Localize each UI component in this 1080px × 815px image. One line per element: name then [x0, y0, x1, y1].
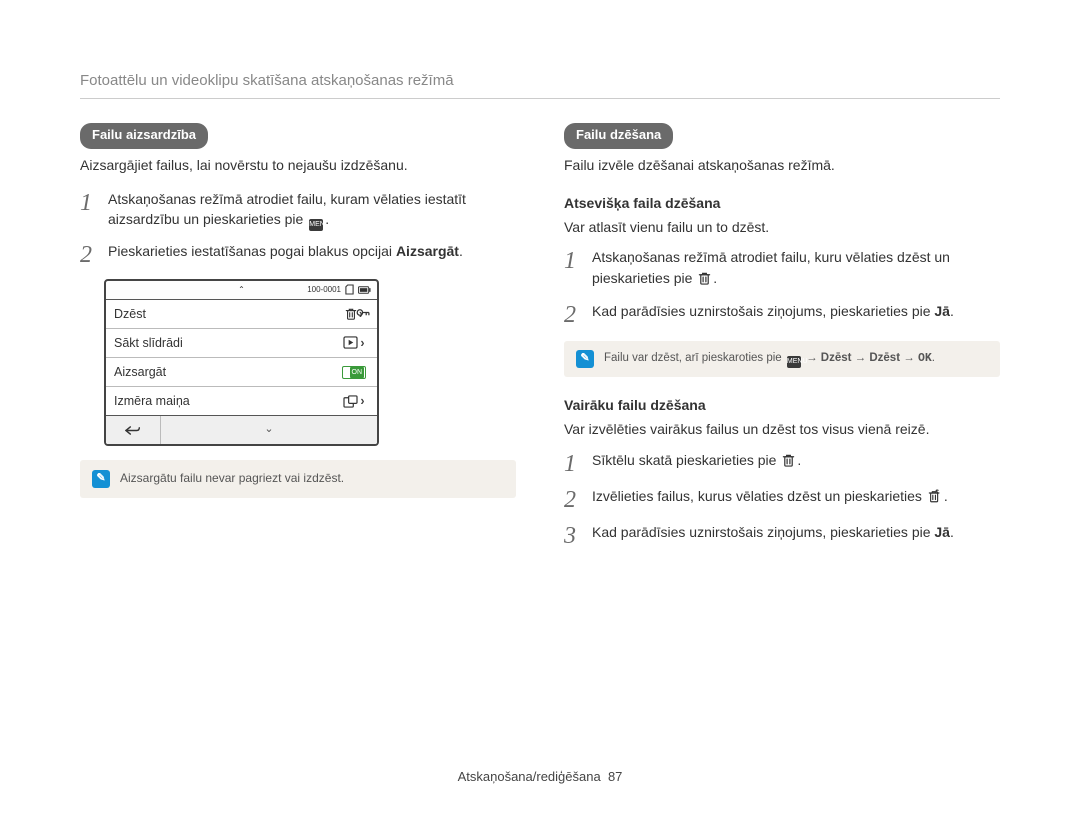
back-icon [124, 425, 142, 436]
single-delete-step-1: Atskaņošanas režīmā atrodiet failu, kuru… [592, 247, 1000, 291]
step-number: 1 [80, 189, 98, 215]
battery-icon [358, 286, 371, 294]
menu-row-delete: Dzēst › [106, 300, 377, 329]
ok-label: OK [918, 352, 932, 365]
step-number: 1 [564, 247, 582, 273]
single-delete-lead: Var atlasīt vienu failu un to dzēst. [564, 217, 1000, 237]
single-delete-step-2: Kad parādīsies uznirstošais ziņojums, pi… [592, 301, 1000, 321]
toggle-on-icon [342, 366, 366, 379]
file-counter: 100-0001 [307, 284, 341, 296]
note-delete-alt: ✎ Failu var dzēst, arī pieskaroties pie … [564, 341, 1000, 377]
step-number: 3 [564, 522, 582, 548]
back-button [106, 416, 161, 444]
key-icon [356, 305, 371, 322]
slideshow-icon [343, 336, 358, 349]
chevron-up-icon: ⌃ [238, 284, 245, 296]
step-number: 2 [80, 241, 98, 267]
multi-delete-step-3: Kad parādīsies uznirstošais ziņojums, pi… [592, 522, 1000, 542]
page-footer: Atskaņošana/rediģēšana 87 [0, 768, 1080, 787]
menu-row-resize: Izmēra maiņa › [106, 387, 377, 416]
menu-icon: MENU [787, 356, 801, 368]
protect-lead: Aizsargājiet failus, lai novērstu to nej… [80, 155, 516, 175]
menu-row-protect: Aizsargāt [106, 358, 377, 387]
step-number: 1 [564, 450, 582, 476]
resize-icon [343, 395, 358, 408]
note-icon: ✎ [92, 470, 110, 488]
page-title: Fotoattēlu un videoklipu skatīšana atska… [80, 70, 1000, 99]
section-pill-protect: Failu aizsardzība [80, 123, 208, 149]
note-icon: ✎ [576, 350, 594, 368]
multi-delete-lead: Var izvēlēties vairākus failus un dzēst … [564, 419, 1000, 439]
delete-lead: Failu izvēle dzēšanai atskaņošanas režīm… [564, 155, 1000, 175]
sd-icon [345, 284, 354, 295]
camera-menu-illustration: ⌃ 100-0001 Dzēst › Sākt slīdrādi › Aizsa… [104, 279, 379, 446]
section-pill-delete: Failu dzēšana [564, 123, 673, 149]
left-column: Failu aizsardzība Aizsargājiet failus, l… [80, 123, 516, 558]
subhead-multi-delete: Vairāku failu dzēšana [564, 395, 1000, 415]
menu-icon: MENU [309, 219, 323, 231]
chevron-down-icon: ⌄ [161, 422, 377, 438]
trash-icon [782, 453, 795, 473]
trash-action-icon [928, 489, 942, 509]
note-protect: ✎ Aizsargātu failu nevar pagriezt vai iz… [80, 460, 516, 498]
protect-step-1: Atskaņošanas režīmā atrodiet failu, kura… [108, 189, 516, 231]
multi-delete-step-1: Sīktēlu skatā pieskarieties pie . [592, 450, 1000, 473]
step-number: 2 [564, 301, 582, 327]
protect-step-2: Pieskarieties iestatīšanas pogai blakus … [108, 241, 516, 261]
subhead-single-delete: Atsevišķa faila dzēšana [564, 193, 1000, 213]
right-column: Failu dzēšana Failu izvēle dzēšanai atsk… [564, 123, 1000, 558]
multi-delete-step-2: Izvēlieties failus, kurus vēlaties dzēst… [592, 486, 1000, 509]
menu-row-slideshow: Sākt slīdrādi › [106, 329, 377, 358]
trash-icon [698, 271, 711, 291]
step-number: 2 [564, 486, 582, 512]
